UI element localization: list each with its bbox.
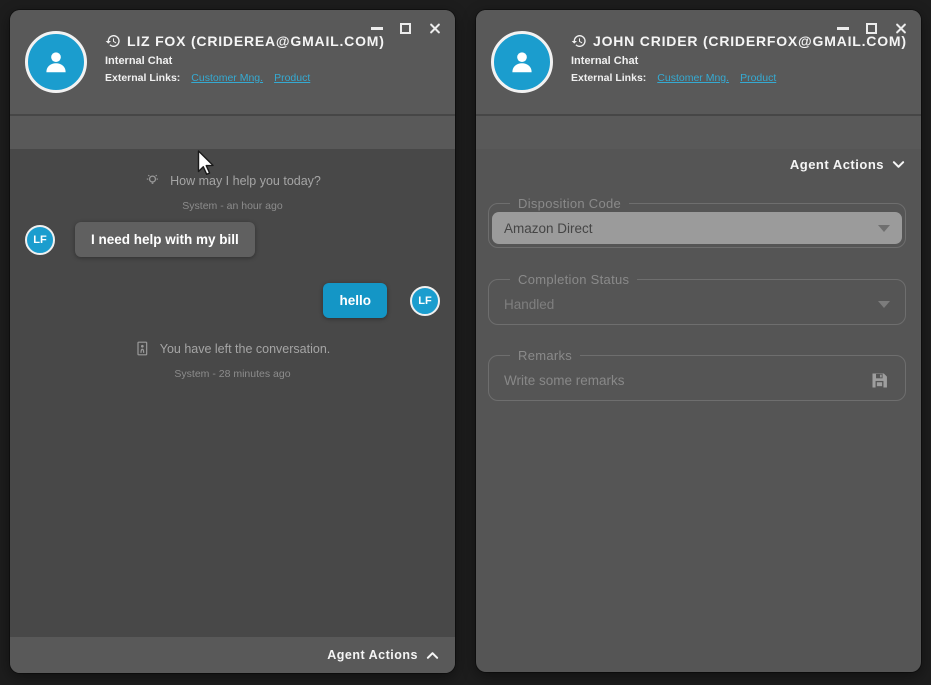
system-message: You have left the conversation. System -… <box>10 340 455 380</box>
remarks-field: Remarks <box>488 348 906 401</box>
outgoing-message-row: hello LF <box>323 283 440 318</box>
agent-actions-label: Agent Actions <box>327 648 418 662</box>
toolbar-strip <box>10 114 455 149</box>
avatar: LF <box>25 225 55 255</box>
disposition-code-label: Disposition Code <box>510 196 629 211</box>
disposition-code-field: Disposition Code Amazon Direct <box>488 196 906 248</box>
system-message-meta: System - an hour ago <box>10 200 455 212</box>
completion-status-label: Completion Status <box>510 272 637 287</box>
disposition-code-value: Amazon Direct <box>504 221 593 236</box>
chevron-up-icon <box>426 651 439 660</box>
system-message-text: How may I help you today? <box>170 174 321 188</box>
avatar: LF <box>410 286 440 316</box>
remarks-label: Remarks <box>510 348 580 363</box>
system-message-meta: System - 28 minutes ago <box>10 368 455 380</box>
maximize-icon[interactable] <box>400 23 411 34</box>
avatar <box>491 31 553 93</box>
customer-mng-link[interactable]: Customer Mng. <box>657 72 729 84</box>
chevron-down-icon <box>892 160 905 169</box>
completion-status-select[interactable]: Handled <box>492 288 902 320</box>
external-links-label: External Links: <box>105 72 180 84</box>
dropdown-arrow-icon <box>878 301 890 308</box>
completion-status-field: Completion Status Handled <box>488 272 906 325</box>
chat-message-area[interactable]: How may I help you today? System - an ho… <box>10 151 455 637</box>
window-title: JOHN CRIDER (CRIDERFOX@GMAIL.COM) <box>593 33 907 49</box>
channel-label: Internal Chat <box>105 55 385 67</box>
outgoing-message-bubble: hello <box>323 283 387 318</box>
maximize-icon[interactable] <box>866 23 877 34</box>
history-icon <box>571 33 587 49</box>
minimize-icon[interactable] <box>371 27 383 30</box>
window-header: JOHN CRIDER (CRIDERFOX@GMAIL.COM) Intern… <box>476 10 921 114</box>
window-title: LIZ FOX (CRIDEREA@GMAIL.COM) <box>127 33 385 49</box>
incoming-message-row: LF I need help with my bill <box>25 222 255 257</box>
product-link[interactable]: Product <box>274 72 310 84</box>
chat-window-john-crider: JOHN CRIDER (CRIDERFOX@GMAIL.COM) Intern… <box>476 10 921 672</box>
close-icon[interactable] <box>428 22 441 35</box>
chat-window-liz-fox: LIZ FOX (CRIDEREA@GMAIL.COM) Internal Ch… <box>10 10 455 673</box>
channel-label: Internal Chat <box>571 55 907 67</box>
door-exit-icon <box>135 340 151 357</box>
avatar <box>25 31 87 93</box>
window-header: LIZ FOX (CRIDEREA@GMAIL.COM) Internal Ch… <box>10 10 455 114</box>
lightbulb-icon <box>144 172 161 189</box>
agent-actions-toggle[interactable]: Agent Actions <box>10 637 455 673</box>
header-text: LIZ FOX (CRIDEREA@GMAIL.COM) Internal Ch… <box>105 33 385 84</box>
system-message-text: You have left the conversation. <box>160 342 331 356</box>
system-message: How may I help you today? System - an ho… <box>10 172 455 212</box>
customer-mng-link[interactable]: Customer Mng. <box>191 72 263 84</box>
history-icon <box>105 33 121 49</box>
agent-actions-toggle[interactable]: Agent Actions <box>790 157 905 172</box>
toolbar-strip <box>476 114 921 149</box>
disposition-code-select[interactable]: Amazon Direct <box>492 212 902 244</box>
person-icon <box>39 45 73 79</box>
remarks-input[interactable] <box>504 373 869 388</box>
completion-status-value: Handled <box>504 297 554 312</box>
person-icon <box>505 45 539 79</box>
incoming-message-bubble: I need help with my bill <box>75 222 255 257</box>
product-link[interactable]: Product <box>740 72 776 84</box>
save-remarks-button[interactable] <box>869 370 890 391</box>
agent-actions-label: Agent Actions <box>790 157 884 172</box>
dropdown-arrow-icon <box>878 225 890 232</box>
save-icon <box>869 370 890 391</box>
minimize-icon[interactable] <box>837 27 849 30</box>
external-links-label: External Links: <box>571 72 646 84</box>
header-text: JOHN CRIDER (CRIDERFOX@GMAIL.COM) Intern… <box>571 33 907 84</box>
